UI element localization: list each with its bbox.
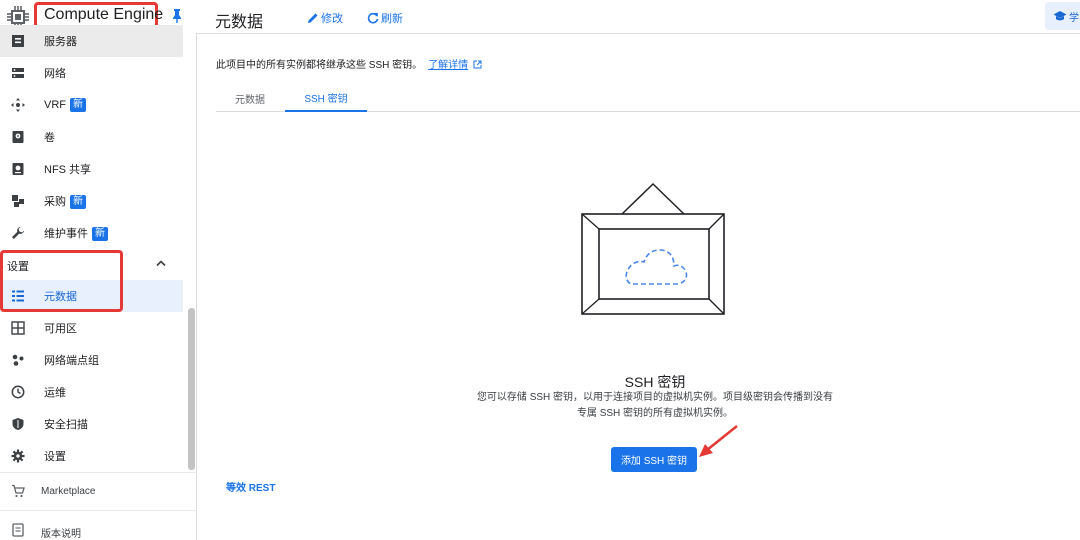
sidebar-item-zones[interactable]: 可用区 <box>0 312 183 344</box>
learn-more-link[interactable]: 了解详情 <box>428 60 468 71</box>
sidebar-item-label: 运维 <box>44 387 66 399</box>
sidebar-item-label: 安全扫描 <box>44 419 88 431</box>
info-text: 此项目中的所有实例都将继承这些 SSH 密钥。 了解详情 <box>216 56 482 71</box>
nfs-icon <box>12 163 24 175</box>
sidebar-item-label: 可用区 <box>44 323 77 335</box>
sidebar-item-servers[interactable]: 服务器 <box>0 25 183 57</box>
release-notes-link[interactable]: 版本说明 <box>0 512 197 540</box>
empty-state-description: 您可以存储 SSH 密钥，以用于连接项目的虚拟机实例。项目级密钥会传播到没有 专… <box>460 390 850 422</box>
sidebar-scrollbar[interactable] <box>188 308 195 470</box>
marketplace-link[interactable]: Marketplace <box>0 473 197 509</box>
sidebar-item-maintenance[interactable]: 维护事件新 <box>0 217 183 249</box>
tab-bar: 元数据 SSH 密钥 <box>216 84 1080 112</box>
endpoint-group-icon <box>12 354 24 366</box>
equivalent-rest-link[interactable]: 等效 REST <box>226 479 275 494</box>
empty-state-illustration <box>581 182 725 315</box>
sidebar-item-label: 网络 <box>44 68 66 80</box>
tab-label: SSH 密钥 <box>304 93 348 105</box>
sidebar-item-ops[interactable]: 运维 <box>0 376 183 408</box>
tab-ssh-keys[interactable]: SSH 密钥 <box>285 84 367 112</box>
settings-section-header[interactable]: 设置 <box>0 249 183 279</box>
sidebar: Compute Engine 服务器 网络 VRF 新 卷 NFS 共享 采购新 … <box>0 0 197 540</box>
learn-button[interactable]: 学 <box>1045 2 1080 30</box>
release-notes-icon <box>12 523 24 537</box>
external-link-icon <box>473 60 482 69</box>
sidebar-item-volumes[interactable]: 卷 <box>0 121 183 153</box>
server-icon <box>12 35 24 47</box>
sidebar-item-label: 设置 <box>44 451 66 463</box>
pin-icon[interactable] <box>170 8 184 24</box>
list-icon <box>12 290 24 302</box>
settings-section-label: 设置 <box>7 261 29 273</box>
refresh-button[interactable]: 刷新 <box>367 10 403 26</box>
info-description: 此项目中的所有实例都将继承这些 SSH 密钥。 <box>216 60 423 71</box>
clock-icon <box>11 385 25 399</box>
sidebar-item-metadata[interactable]: 元数据 <box>0 280 183 312</box>
empty-state-line: 您可以存储 SSH 密钥，以用于连接项目的虚拟机实例。项目级密钥会传播到没有 <box>476 392 834 403</box>
new-badge: 新 <box>92 227 108 242</box>
sidebar-item-security-scan[interactable]: 安全扫描 <box>0 408 183 440</box>
sidebar-item-label: 维护事件 <box>44 227 88 240</box>
tab-metadata[interactable]: 元数据 <box>216 84 284 112</box>
marketplace-label: Marketplace <box>41 486 96 497</box>
divider <box>0 510 197 511</box>
top-bar: 元数据 修改 刷新 学 <box>197 0 1080 34</box>
sidebar-item-settings[interactable]: 设置 <box>0 440 183 472</box>
sidebar-item-label: 元数据 <box>44 291 77 303</box>
network-icon <box>12 68 24 78</box>
new-badge: 新 <box>70 195 86 210</box>
sidebar-item-label: 采购 <box>44 195 66 208</box>
refresh-icon <box>367 12 379 24</box>
sidebar-item-label: 卷 <box>44 132 55 144</box>
learn-label: 学 <box>1069 12 1079 24</box>
learn-more-label: 了解详情 <box>428 60 469 71</box>
sidebar-item-procurement[interactable]: 采购新 <box>0 185 183 217</box>
empty-state-line: 专属 SSH 密钥的所有虚拟机实例。 <box>576 408 734 419</box>
procurement-icon <box>12 195 24 207</box>
cart-icon <box>12 484 25 498</box>
refresh-label: 刷新 <box>381 13 403 25</box>
sidebar-item-label: 网络端点组 <box>44 355 99 367</box>
pencil-icon <box>308 13 318 23</box>
zones-icon <box>11 321 25 335</box>
annotation-arrow-icon <box>699 425 738 457</box>
edit-label: 修改 <box>321 13 343 25</box>
sidebar-item-network[interactable]: 网络 <box>0 57 183 89</box>
sidebar-item-vrf[interactable]: VRF 新 <box>0 89 183 121</box>
wrench-icon <box>12 227 24 239</box>
new-badge: 新 <box>70 98 86 112</box>
page-title: 元数据 <box>215 14 264 31</box>
product-title: Compute Engine <box>44 6 164 23</box>
gear-icon <box>11 449 25 463</box>
sidebar-item-nfs[interactable]: NFS 共享 <box>0 153 183 185</box>
chevron-up-icon[interactable] <box>156 259 166 267</box>
sidebar-item-endpoint-groups[interactable]: 网络端点组 <box>0 344 183 376</box>
sidebar-item-label: 服务器 <box>44 36 77 48</box>
sidebar-item-label: VRF <box>44 98 66 111</box>
release-notes-label: 版本说明 <box>41 529 81 540</box>
sidebar-item-label: NFS 共享 <box>44 164 92 176</box>
school-icon <box>1053 11 1067 21</box>
add-ssh-key-button[interactable]: 添加 SSH 密钥 <box>611 447 697 472</box>
empty-state-title: SSH 密钥 <box>624 374 686 390</box>
edit-button[interactable]: 修改 <box>307 10 343 26</box>
shield-icon <box>12 418 24 430</box>
volume-icon <box>12 131 24 143</box>
tab-label: 元数据 <box>235 94 265 106</box>
vrf-icon <box>11 98 25 112</box>
